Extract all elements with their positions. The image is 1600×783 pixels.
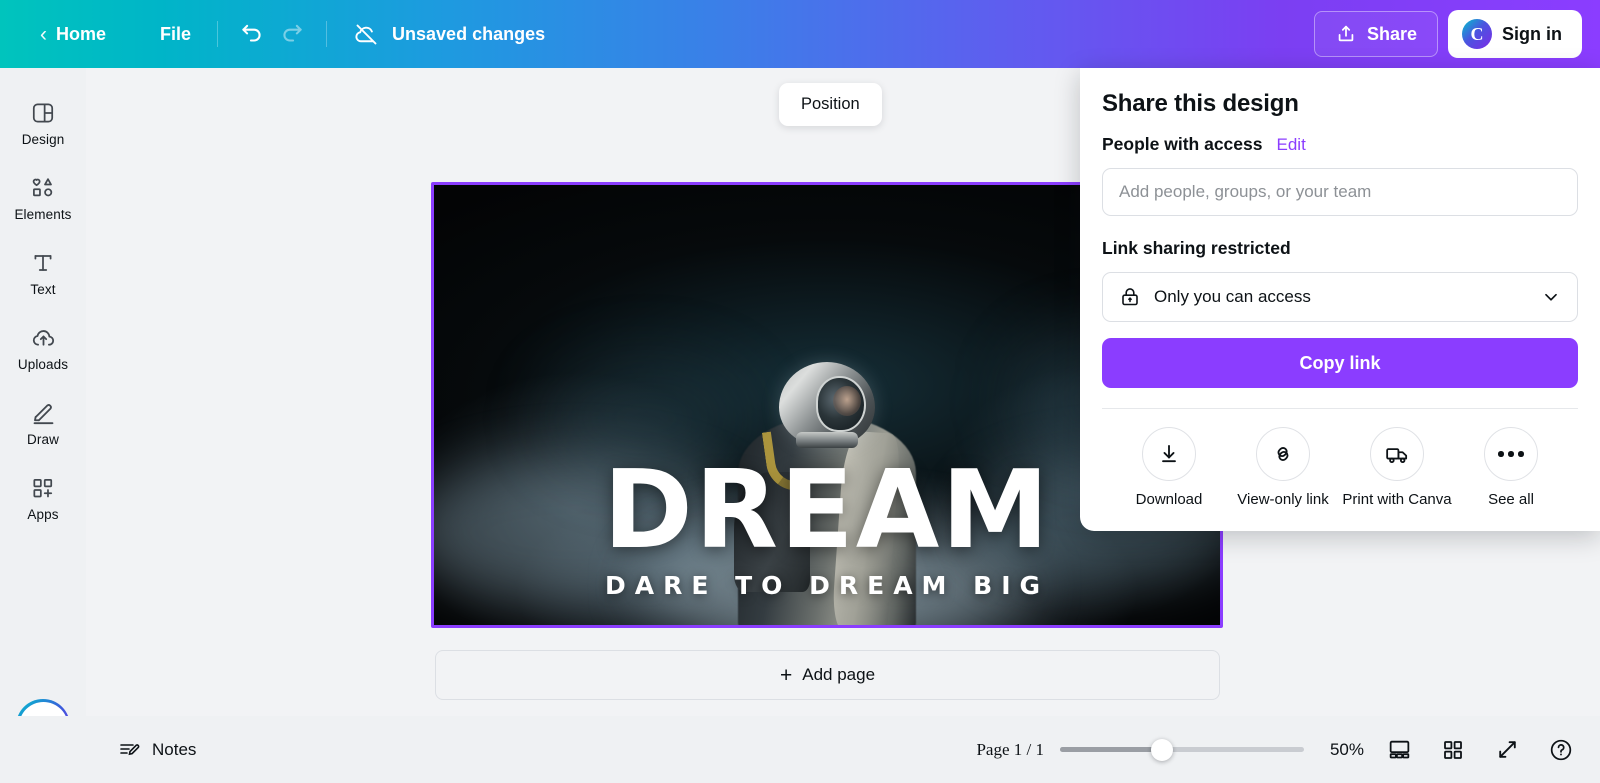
face	[833, 385, 861, 416]
zoom-slider-thumb[interactable]	[1151, 738, 1174, 761]
plus-icon: +	[779, 663, 793, 687]
help-button[interactable]	[1542, 731, 1580, 769]
sidebar-item-design[interactable]: Design	[6, 90, 80, 154]
zoom-level-label: 50%	[1329, 739, 1364, 759]
print-with-canva-label: Print with Canva	[1342, 491, 1452, 508]
see-all-action[interactable]: See all	[1456, 427, 1566, 509]
access-level-value: Only you can access	[1154, 287, 1311, 306]
share-actions-row: Download View-only link Print with Canva…	[1102, 409, 1578, 509]
view-only-link-label: View-only link	[1237, 491, 1329, 508]
people-with-access-row: People with access Edit	[1102, 134, 1578, 155]
sidebar-item-uploads[interactable]: Uploads	[6, 315, 80, 379]
lock-icon	[1122, 288, 1138, 306]
sidebar-item-text[interactable]: Text	[6, 240, 80, 304]
sidebar-item-label: Apps	[27, 507, 59, 522]
apps-grid-plus-icon	[29, 474, 57, 502]
left-sidebar: Design Elements Text Uploads Draw Apps	[0, 68, 86, 783]
upload-share-icon	[1338, 25, 1354, 42]
sidebar-item-label: Draw	[27, 432, 59, 447]
cloud-upload-icon	[29, 324, 57, 352]
notes-pencil-icon	[120, 743, 140, 755]
design-subline-text[interactable]: DARE TO DREAM BIG	[434, 571, 1220, 600]
add-page-label: Add page	[802, 665, 876, 684]
share-label: Share	[1366, 23, 1417, 44]
undo-icon	[242, 24, 261, 42]
cloud-offline-icon	[355, 24, 377, 44]
home-label: Home	[56, 23, 107, 44]
share-panel-title: Share this design	[1102, 90, 1299, 117]
sidebar-item-label: Text	[30, 282, 56, 297]
share-panel: Share this design People with access Edi…	[1080, 68, 1600, 532]
add-page-button[interactable]: + Add page	[435, 650, 1220, 700]
sidebar-item-elements[interactable]: Elements	[6, 165, 80, 229]
toolbar-divider-1	[217, 21, 219, 47]
pen-draw-icon	[29, 399, 57, 427]
share-button[interactable]: Share	[1313, 11, 1438, 57]
presentation-view-button[interactable]	[1380, 731, 1418, 769]
more-dots-icon	[1484, 427, 1538, 481]
sidebar-item-draw[interactable]: Draw	[6, 390, 80, 454]
toolbar-divider-2	[326, 21, 328, 47]
download-action[interactable]: Download	[1114, 427, 1224, 509]
presentation-view-icon	[1389, 740, 1409, 759]
file-label: File	[160, 23, 192, 44]
edit-access-link[interactable]: Edit	[1277, 135, 1306, 155]
link-chain-icon	[1256, 427, 1310, 481]
see-all-label: See all	[1488, 491, 1534, 508]
grid-view-button[interactable]	[1434, 731, 1472, 769]
home-button[interactable]: ‹ Home	[28, 16, 118, 53]
access-level-select[interactable]: Only you can access	[1102, 272, 1578, 322]
sidebar-item-apps[interactable]: Apps	[6, 465, 80, 529]
download-label: Download	[1135, 491, 1203, 508]
sidebar-item-label: Uploads	[17, 357, 69, 372]
undo-button[interactable]	[232, 14, 272, 54]
file-menu-button[interactable]: File	[148, 16, 203, 53]
grid-view-icon	[1444, 740, 1462, 759]
redo-icon	[283, 24, 302, 42]
text-t-icon	[29, 249, 57, 277]
add-people-input[interactable]	[1102, 168, 1578, 216]
view-only-link-action[interactable]: View-only link	[1228, 427, 1338, 509]
copy-link-button[interactable]: Copy link	[1102, 338, 1578, 388]
help-question-icon	[1550, 739, 1572, 760]
zoom-slider[interactable]	[1060, 738, 1304, 761]
sidebar-item-label: Elements	[14, 207, 72, 222]
sign-in-button[interactable]: C Sign in	[1448, 10, 1582, 58]
redo-button[interactable]	[272, 14, 312, 54]
sidebar-item-label: Design	[21, 132, 65, 147]
notes-label: Notes	[152, 739, 197, 759]
notes-button[interactable]: Notes	[105, 730, 208, 770]
helmet-rim	[796, 431, 858, 448]
zoom-slider-fill	[1060, 747, 1163, 752]
fullscreen-button[interactable]	[1488, 731, 1526, 769]
top-toolbar: ‹ Home File Unsaved changes Share C Sign…	[0, 0, 1600, 68]
save-status-label: Unsaved changes	[392, 23, 546, 44]
people-with-access-label: People with access	[1102, 134, 1263, 154]
fullscreen-expand-icon	[1498, 741, 1516, 758]
shapes-elements-icon	[29, 174, 57, 202]
bottom-toolbar: Notes Page 1 / 1 50%	[0, 716, 1600, 783]
print-with-canva-action[interactable]: Print with Canva	[1342, 427, 1452, 509]
position-button[interactable]: Position	[779, 83, 882, 126]
link-sharing-label: Link sharing restricted	[1102, 238, 1291, 258]
page-indicator: Page 1 / 1	[976, 739, 1044, 759]
chevron-left-icon: ‹	[40, 22, 47, 46]
download-arrow-icon	[1142, 427, 1196, 481]
delivery-truck-icon	[1370, 427, 1424, 481]
canva-logo-icon: C	[1462, 19, 1492, 49]
sign-in-label: Sign in	[1502, 23, 1562, 44]
chevron-down-icon	[1545, 293, 1557, 301]
canva-editor-window: ‹ Home File Unsaved changes Share C Sign…	[0, 0, 1600, 783]
design-layout-icon	[29, 99, 57, 127]
save-status-button[interactable]: Unsaved changes	[341, 13, 557, 56]
